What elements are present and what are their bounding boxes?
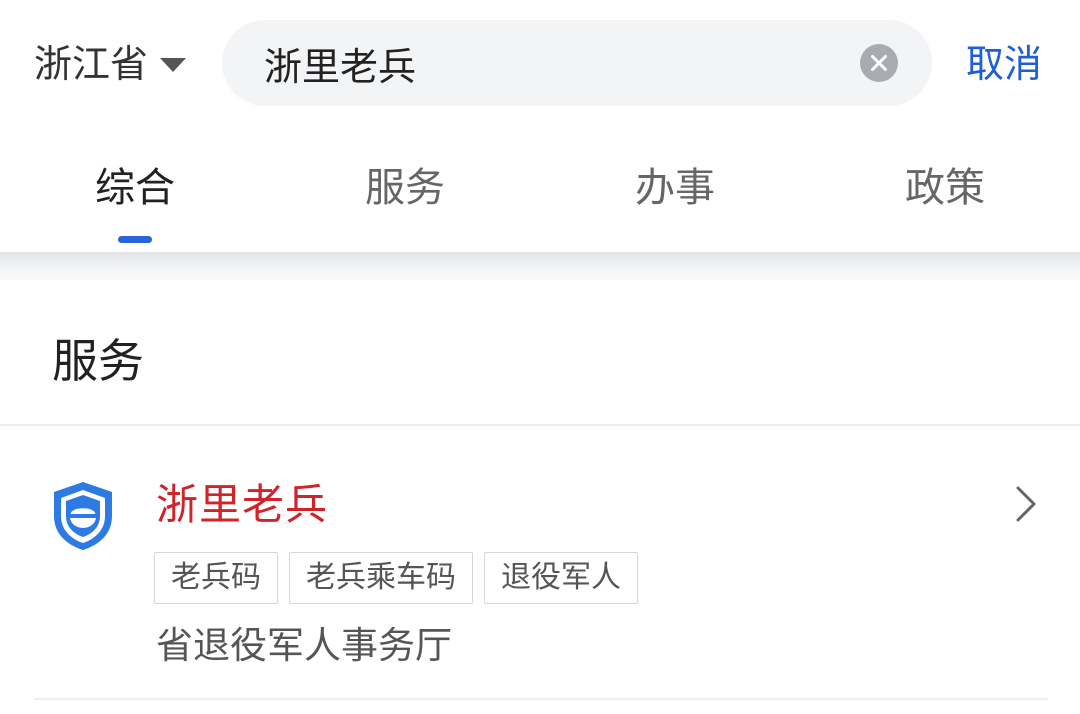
region-selector[interactable]: 浙江省 — [34, 38, 187, 90]
caret-down-icon — [160, 58, 187, 72]
tag-retired-servicemen[interactable]: 退役军人 — [484, 552, 638, 604]
tab-bar: 综合 服务 办事 政策 — [0, 148, 1080, 256]
tab-comprehensive[interactable]: 综合 — [50, 148, 220, 228]
section-divider — [0, 424, 1080, 426]
search-results-page: 浙江省 取消 综合 服务 办事 政策 服务 — [0, 0, 1080, 714]
tab-policies[interactable]: 政策 — [860, 148, 1030, 228]
header-shadow — [0, 252, 1080, 280]
result-title: 浙里老兵 — [156, 480, 329, 529]
result-tags: 老兵码 老兵乘车码 退役军人 — [154, 552, 649, 606]
tag-veteran-code[interactable]: 老兵码 — [154, 552, 278, 604]
tab-services[interactable]: 服务 — [320, 148, 490, 228]
region-label: 浙江省 — [34, 42, 149, 86]
clear-search-button[interactable] — [860, 44, 898, 82]
chevron-right-icon — [1016, 486, 1036, 522]
search-box — [222, 20, 932, 106]
search-input[interactable] — [264, 20, 834, 106]
cancel-button[interactable]: 取消 — [966, 38, 1042, 90]
result-organization: 省退役军人事务厅 — [156, 624, 452, 667]
veteran-shield-icon — [54, 482, 112, 550]
tab-affairs[interactable]: 办事 — [590, 148, 760, 228]
tag-veteran-ride-code[interactable]: 老兵乘车码 — [289, 552, 473, 604]
service-result-item[interactable]: 浙里老兵 老兵码 老兵乘车码 退役军人 省退役军人事务厅 — [0, 430, 1080, 700]
close-icon — [871, 55, 887, 71]
search-header: 浙江省 取消 — [0, 0, 1080, 124]
item-divider — [34, 698, 1048, 700]
section-title: 服务 — [52, 334, 144, 388]
active-tab-indicator — [118, 236, 152, 243]
